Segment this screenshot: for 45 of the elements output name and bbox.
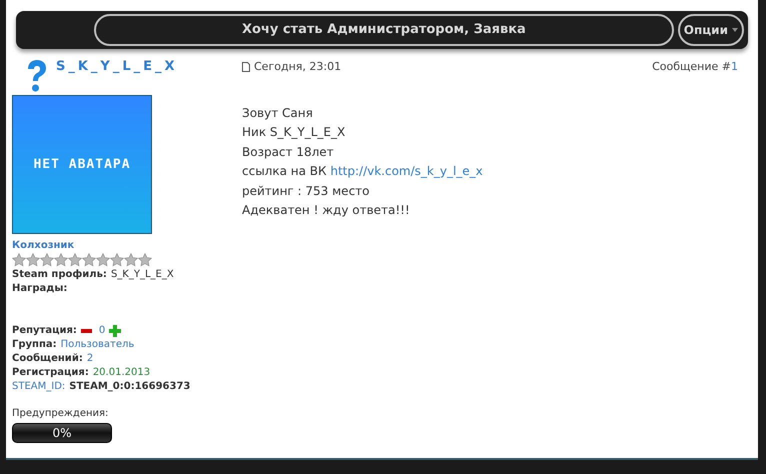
author-link[interactable]: S_K_Y_L_E_X (56, 57, 178, 76)
field-label: Награды: (12, 282, 68, 296)
document-icon (242, 62, 250, 72)
post-text-line: Возраст 18лет (242, 144, 335, 160)
star-icon (54, 253, 68, 267)
question-mark-icon (26, 59, 48, 93)
minus-icon[interactable] (80, 329, 92, 333)
star-icon (26, 253, 40, 267)
star-icon (96, 253, 110, 267)
options-button[interactable]: Опции (678, 14, 744, 46)
field-label: Репутация: (12, 324, 77, 338)
field-label: Регистрация: (12, 366, 89, 380)
rank-label: Колхозник (12, 239, 76, 253)
field-label: Сообщений: (12, 352, 83, 366)
warnings-reading: 0% (51, 425, 73, 442)
post-date: Сегодня, 23:01 (254, 59, 342, 75)
plus-icon[interactable] (109, 325, 122, 337)
post-text-line: ссылка на ВК http://vk.com/s_k_y_l_e_x (242, 163, 484, 180)
post-text-line: рейтинг : 753 место (242, 182, 370, 200)
field-value: S_K_Y_L_E_X (110, 268, 174, 282)
star-icon (110, 253, 124, 267)
star-icon (138, 253, 152, 267)
field-value: STEAM_0:0:16696373 (69, 380, 190, 394)
avatar-text: НЕТ АВАТАРА (33, 156, 131, 174)
post-number-link[interactable]: 1 (731, 59, 738, 76)
field-label: STEAM_ID: (12, 380, 66, 394)
post-text-line: Адекватен ! жду ответа!!! (242, 202, 411, 219)
field-label: Группа: (12, 338, 57, 352)
field-link[interactable]: Пользователь (60, 338, 134, 352)
caret-icon (732, 28, 738, 32)
field-value: 0 (98, 324, 106, 338)
warnings-label: Предупреждения: (12, 407, 110, 421)
star-icon (40, 253, 54, 267)
star-icon (68, 253, 82, 267)
vk-link[interactable]: http://vk.com/s_k_y_l_e_x (330, 164, 483, 178)
star-icon (82, 253, 96, 267)
star-icon (124, 253, 138, 267)
post-text-line: Зовут Саня (242, 104, 314, 122)
post-text-line: Ник S_K_Y_L_E_X (242, 124, 346, 141)
star-icon (12, 253, 26, 267)
field-link[interactable]: 2 (86, 352, 94, 366)
field-label: Steam профиль: (12, 268, 107, 282)
thread-title: Хочу стать Администратором, Заявка (94, 14, 674, 46)
field-value: 20.01.2013 (92, 366, 150, 380)
post-number-label: Сообщение # (652, 59, 731, 75)
